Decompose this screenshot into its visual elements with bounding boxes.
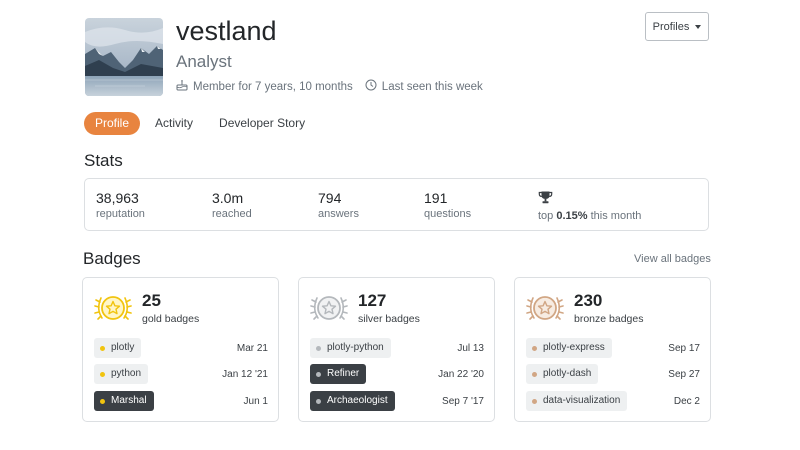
stat-value: 3.0m (212, 190, 244, 206)
badge-count: 230 (574, 291, 603, 310)
tab-profile[interactable]: Profile (84, 112, 141, 135)
badge-date: Dec 2 (673, 395, 700, 407)
member-for-text: Member for 7 years, 10 months (193, 80, 353, 93)
gold-dot-icon (100, 371, 105, 377)
badge-name: Refiner (327, 368, 360, 379)
stat-reputation: 38,963 reputation (96, 190, 145, 220)
gold-dot-icon (100, 345, 105, 351)
badge-name: Marshal (111, 395, 147, 406)
badge-chip[interactable]: plotly-express (526, 338, 612, 358)
badge-name: data-visualization (543, 395, 621, 406)
badge-name: python (111, 368, 142, 379)
stat-answers: 794 answers (318, 190, 359, 220)
badge-date: Jan 12 '21 (222, 368, 268, 380)
badge-date: Jun 1 (243, 395, 268, 407)
cake-icon (176, 79, 188, 94)
badge-tier-label: bronze badges (574, 313, 644, 325)
badge-tier-label: gold badges (142, 313, 200, 325)
bronze-dot-icon (532, 398, 537, 404)
badge-date: Jan 22 '20 (438, 368, 484, 380)
rank-suffix: this month (590, 210, 642, 222)
bronze-dot-icon (532, 371, 537, 377)
badge-row: Refiner Jan 22 '20 (310, 364, 484, 384)
badge-chip[interactable]: python (94, 364, 149, 384)
avatar-image (85, 18, 163, 96)
badge-chip[interactable]: plotly (94, 338, 142, 358)
badge-row: Marshal Jun 1 (94, 391, 268, 411)
stat-label: answers (318, 208, 359, 220)
badge-chip[interactable]: Archaeologist (310, 391, 395, 411)
badge-row: Archaeologist Sep 7 '17 (310, 391, 484, 411)
badges-heading: Badges (83, 249, 141, 268)
stat-label: reached (212, 208, 252, 220)
stat-questions: 191 questions (424, 190, 471, 220)
silver-dot-icon (316, 345, 321, 351)
user-title: Analyst (176, 52, 232, 71)
badge-name: Archaeologist (327, 395, 388, 406)
stat-reached: 3.0m reached (212, 190, 252, 220)
badge-date: Sep 27 (668, 368, 700, 380)
stat-rank: top 0.15% this month (538, 190, 641, 222)
bronze-dot-icon (532, 345, 537, 351)
stats-panel: 38,963 reputation 3.0m reached 794 answe… (84, 178, 709, 231)
profile-tabs: Profile Activity Developer Story (84, 112, 320, 135)
gold-badges-card: 25 gold badges plotly Mar 21 python Jan … (82, 277, 279, 422)
stats-heading: Stats (84, 151, 123, 170)
username: vestland (176, 16, 277, 46)
badge-name: plotly (111, 342, 135, 353)
badge-name: plotly-express (543, 342, 605, 353)
badge-chip[interactable]: plotly-python (310, 338, 391, 358)
badge-name: plotly-python (327, 342, 384, 353)
badge-row: plotly-dash Sep 27 (526, 364, 700, 384)
stat-label: reputation (96, 208, 145, 220)
silver-dot-icon (316, 371, 321, 377)
gold-medal-icon (93, 288, 133, 328)
badge-count: 127 (358, 291, 387, 310)
badge-date: Mar 21 (236, 342, 268, 354)
stat-label: questions (424, 208, 472, 220)
badge-count: 25 (142, 291, 161, 310)
gold-dot-icon (100, 398, 105, 404)
badge-row: plotly Mar 21 (94, 338, 268, 358)
avatar[interactable] (85, 18, 163, 96)
silver-medal-icon (309, 288, 349, 328)
tab-developer-story[interactable]: Developer Story (208, 112, 316, 135)
badge-date: Jul 13 (457, 342, 484, 354)
profiles-label: Profiles (652, 20, 690, 33)
badge-tier-label: silver badges (358, 313, 420, 325)
stat-value: 38,963 (96, 190, 139, 206)
silver-dot-icon (316, 398, 321, 404)
clock-icon (365, 79, 377, 94)
badge-date: Sep 7 '17 (442, 395, 484, 407)
rank-prefix: top (538, 210, 554, 222)
badge-row: python Jan 12 '21 (94, 364, 268, 384)
tab-activity[interactable]: Activity (144, 112, 204, 135)
last-seen-text: Last seen this week (381, 80, 483, 93)
stat-value: 794 (318, 190, 342, 206)
badge-chip[interactable]: plotly-dash (526, 364, 599, 384)
badge-row: plotly-express Sep 17 (526, 338, 700, 358)
rank-label: top 0.15% this month (538, 210, 641, 222)
badge-name: plotly-dash (543, 368, 592, 379)
badge-chip[interactable]: data-visualization (526, 391, 628, 411)
rank-value: 0.15% (556, 210, 588, 222)
badge-date: Sep 17 (668, 342, 700, 354)
badge-row: data-visualization Dec 2 (526, 391, 700, 411)
trophy-icon (538, 190, 641, 208)
bronze-medal-icon (525, 288, 565, 328)
badge-row: plotly-python Jul 13 (310, 338, 484, 358)
caret-down-icon (695, 24, 702, 29)
badge-chip[interactable]: Refiner (310, 364, 367, 384)
bronze-badges-card: 230 bronze badges plotly-express Sep 17 … (514, 277, 711, 422)
badge-chip[interactable]: Marshal (94, 391, 154, 411)
profiles-dropdown-button[interactable]: Profiles (645, 12, 709, 41)
silver-badges-card: 127 silver badges plotly-python Jul 13 R… (298, 277, 495, 422)
view-all-badges-link[interactable]: View all badges (634, 253, 711, 265)
stat-value: 191 (424, 190, 448, 206)
user-meta: Member for 7 years, 10 months Last seen … (176, 79, 483, 94)
